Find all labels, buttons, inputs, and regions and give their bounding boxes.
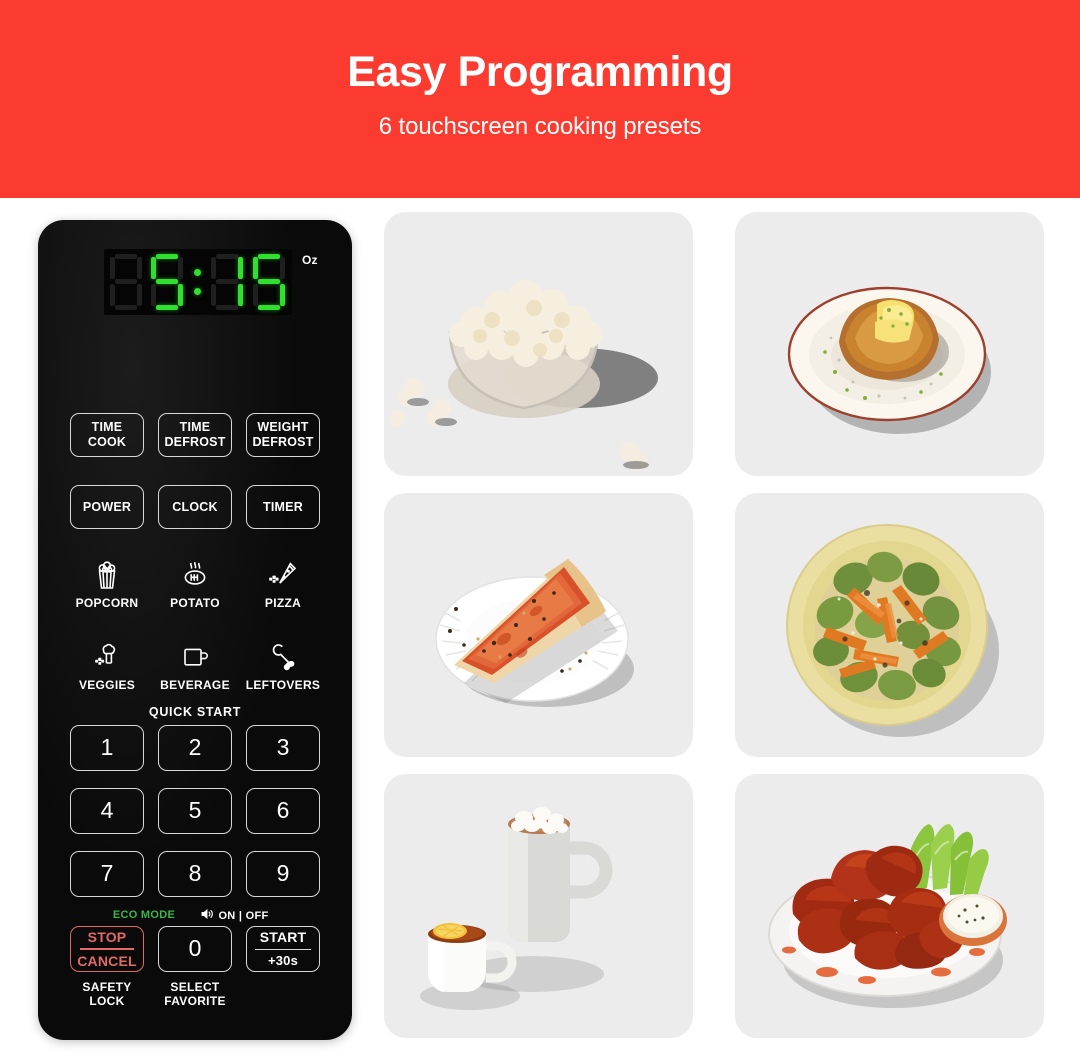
safety-lock-line1: SAFETY	[82, 980, 132, 994]
start-line2: +30s	[267, 953, 299, 969]
potato-photo	[735, 212, 1044, 476]
preset-pizza[interactable]: PIZZA	[244, 548, 322, 610]
display-digit-3	[209, 254, 244, 310]
preset-beverage[interactable]: BEVERAGE	[156, 630, 234, 692]
key-number-3[interactable]: 3	[246, 725, 320, 771]
key-line1: TIME	[91, 420, 123, 435]
stop-divider	[80, 948, 134, 950]
popcorn-photo	[384, 212, 693, 476]
key-number-4[interactable]: 4	[70, 788, 144, 834]
key-power[interactable]: POWER	[70, 485, 144, 529]
key-number-2[interactable]: 2	[158, 725, 232, 771]
key-line1: POWER	[82, 499, 132, 514]
drumstick-icon	[268, 640, 298, 674]
microwave-control-panel: Oz TIME COOK TIME DEFROST WEIGHT DEFROST…	[38, 220, 352, 1040]
key-line1: TIMER	[263, 499, 303, 514]
display-unit-label: Oz	[302, 253, 318, 267]
beverage-photo	[384, 774, 693, 1038]
broccoli-icon	[92, 640, 122, 674]
page-title: Easy Programming	[347, 48, 733, 97]
select-favorite-line2: FAVORITE	[164, 994, 226, 1009]
leftovers-photo	[735, 774, 1044, 1038]
preset-label: PIZZA	[264, 596, 302, 610]
start-line1: START	[259, 929, 307, 946]
preset-label: POPCORN	[75, 596, 139, 610]
mug-icon	[180, 640, 210, 674]
key-number-8[interactable]: 8	[158, 851, 232, 897]
preset-leftovers[interactable]: LEFTOVERS	[244, 630, 322, 692]
quick-start-label: QUICK START	[148, 705, 242, 719]
veggies-photo	[735, 493, 1044, 757]
sound-toggle-text: ON | OFF	[218, 909, 269, 922]
preset-label: POTATO	[170, 596, 220, 610]
key-line1: TIME	[179, 420, 211, 435]
stop-line1: STOP	[87, 928, 127, 945]
preset-potato[interactable]: POTATO	[156, 548, 234, 610]
key-stop-cancel[interactable]: STOP CANCEL	[70, 926, 144, 972]
display-colon	[191, 254, 203, 310]
pizza-icon	[268, 558, 298, 592]
key-line2: COOK	[87, 435, 127, 449]
preset-label: LEFTOVERS	[245, 678, 321, 692]
safety-lock-label: SAFETY LOCK	[70, 980, 144, 1009]
key-line1: WEIGHT	[257, 420, 309, 435]
select-favorite-line1: SELECT	[170, 980, 220, 994]
content-area: Oz TIME COOK TIME DEFROST WEIGHT DEFROST…	[0, 198, 1080, 1053]
safety-lock-line2: LOCK	[89, 994, 125, 1009]
display-digit-4	[251, 254, 285, 310]
key-time-defrost[interactable]: TIME DEFROST	[158, 413, 232, 457]
preset-label: VEGGIES	[78, 678, 136, 692]
key-clock[interactable]: CLOCK	[158, 485, 232, 529]
stop-line2: CANCEL	[77, 952, 137, 969]
speaker-icon	[201, 908, 214, 923]
key-start[interactable]: START +30s	[246, 926, 320, 972]
select-favorite-label: SELECT FAVORITE	[154, 980, 236, 1009]
key-number-5[interactable]: 5	[158, 788, 232, 834]
led-display	[104, 249, 292, 315]
header-banner: Easy Programming 6 touchscreen cooking p…	[0, 0, 1080, 198]
display-digit-1	[108, 254, 142, 310]
key-line2: DEFROST	[252, 435, 314, 449]
preset-photo-grid	[384, 212, 1044, 1039]
start-divider	[254, 948, 312, 951]
potato-icon	[180, 558, 210, 592]
popcorn-icon	[93, 558, 121, 592]
preset-veggies[interactable]: VEGGIES	[68, 630, 146, 692]
key-timer[interactable]: TIMER	[246, 485, 320, 529]
preset-label: BEVERAGE	[160, 678, 230, 692]
key-number-1[interactable]: 1	[70, 725, 144, 771]
key-line1: CLOCK	[172, 499, 218, 514]
key-number-9[interactable]: 9	[246, 851, 320, 897]
pizza-photo	[384, 493, 693, 757]
key-weight-defrost[interactable]: WEIGHT DEFROST	[246, 413, 320, 457]
sound-toggle-label[interactable]: ON | OFF	[188, 908, 282, 923]
key-number-0[interactable]: 0	[158, 926, 232, 972]
display-digit-2	[149, 254, 184, 310]
key-line2: DEFROST	[164, 435, 226, 449]
eco-mode-label: ECO MODE	[112, 909, 176, 921]
key-number-7[interactable]: 7	[70, 851, 144, 897]
page-subtitle: 6 touchscreen cooking presets	[378, 112, 702, 140]
preset-popcorn[interactable]: POPCORN	[68, 548, 146, 610]
key-time-cook[interactable]: TIME COOK	[70, 413, 144, 457]
key-number-6[interactable]: 6	[246, 788, 320, 834]
